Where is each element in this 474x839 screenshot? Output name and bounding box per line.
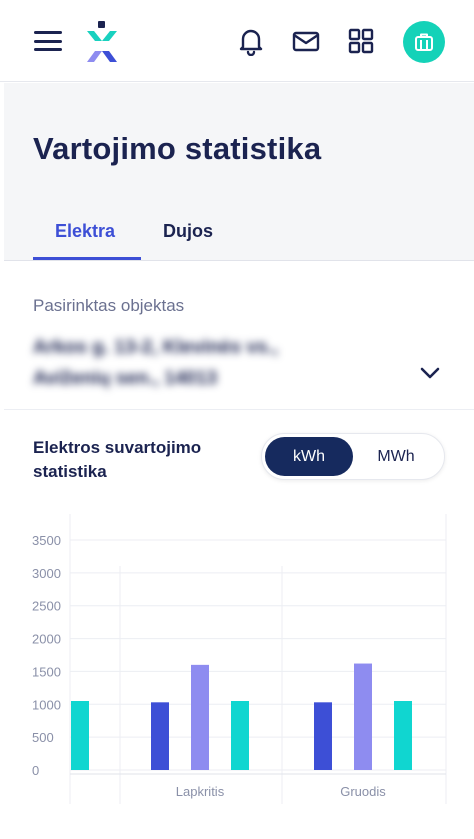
y-tick-label: 1500 <box>32 664 61 679</box>
unit-toggle: kWh MWh <box>261 433 445 480</box>
y-tick-label: 3000 <box>32 566 61 581</box>
object-divider <box>4 409 474 410</box>
tabs-divider <box>4 260 474 261</box>
bar-prev-teal <box>71 701 89 770</box>
logo-icon[interactable] <box>84 21 120 63</box>
app-header <box>0 0 474 82</box>
x-tick-label: Lapkritis <box>176 784 225 799</box>
y-tick-label: 0 <box>32 763 39 778</box>
unit-mwh-button[interactable]: MWh <box>352 437 440 476</box>
y-tick-label: 2000 <box>32 632 61 647</box>
consumption-chart: 0 500 1000 1500 2000 2500 3000 3500 Lapkritis Gru… <box>0 500 474 839</box>
bar-Lapkritis-teal <box>231 701 249 770</box>
page-title: Vartojimo statistika <box>33 131 322 166</box>
chevron-down-icon[interactable] <box>419 362 441 384</box>
bar-Lapkritis-purple <box>191 664 209 770</box>
x-tick-label: Gruodis <box>340 784 386 799</box>
selected-object-label: Pasirinktas objektas <box>33 296 185 315</box>
stats-title: Elektros suvartojimo statistika <box>33 438 202 481</box>
consumption-chart-svg: 0 500 1000 1500 2000 2500 3000 3500 Lapkritis Gru… <box>32 514 447 804</box>
y-tick-label: 3500 <box>32 533 61 548</box>
bar-Gruodis-blue <box>314 702 332 770</box>
y-tick-label: 2500 <box>32 599 61 614</box>
mail-icon[interactable] <box>291 26 321 56</box>
profile-avatar[interactable] <box>403 21 445 63</box>
menu-icon[interactable] <box>34 31 62 51</box>
selected-object-address[interactable]: Arkos g. 13-2, Klevinės vs., Aviženių se… <box>33 332 333 394</box>
bar-Gruodis-teal <box>394 701 412 770</box>
tab-electricity[interactable]: Elektra <box>55 221 115 242</box>
unit-kwh-button[interactable]: kWh <box>265 437 353 476</box>
bar-Lapkritis-blue <box>151 702 169 770</box>
tab-gas[interactable]: Dujos <box>163 221 213 242</box>
briefcase-icon <box>415 33 433 51</box>
y-tick-label: 1000 <box>32 697 61 712</box>
bell-icon[interactable] <box>236 26 266 57</box>
grid-icon[interactable] <box>346 26 376 56</box>
y-tick-label: 500 <box>32 730 54 745</box>
bar-Gruodis-purple <box>354 663 372 770</box>
